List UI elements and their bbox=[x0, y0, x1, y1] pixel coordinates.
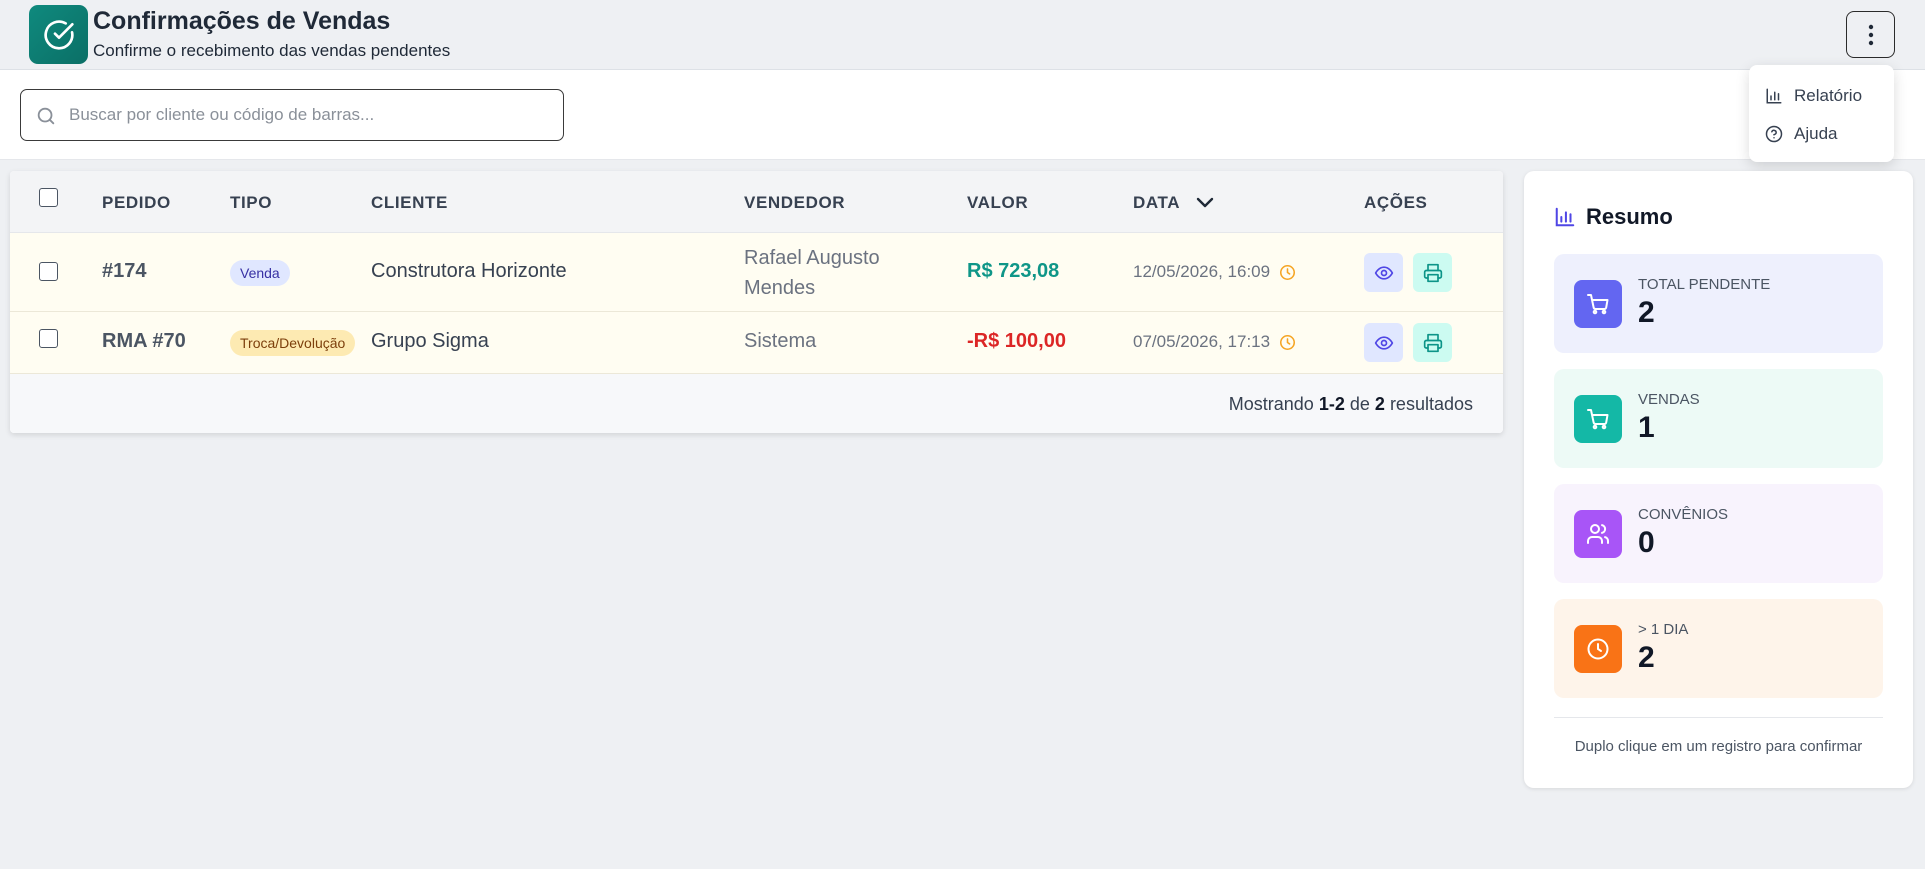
check-circle-logo-icon bbox=[29, 5, 88, 64]
stat-mais-um-dia: > 1 DIA 2 bbox=[1554, 599, 1883, 698]
search-icon bbox=[37, 107, 55, 125]
sales-table: PEDIDO TIPO CLIENTE VENDEDOR VALOR DATA … bbox=[10, 171, 1503, 433]
sale-date-text: 07/05/2026, 17:13 bbox=[1133, 332, 1271, 351]
help-circle-icon bbox=[1765, 125, 1783, 143]
print-button[interactable] bbox=[1413, 253, 1452, 292]
pagination-total: 2 bbox=[1374, 394, 1385, 414]
printer-icon bbox=[1423, 263, 1442, 282]
column-header-data[interactable]: DATA bbox=[1133, 193, 1214, 213]
pagination-summary: Mostrando 1-2 de 2 resultados bbox=[1229, 394, 1473, 415]
search-input[interactable] bbox=[69, 90, 549, 139]
table-header: PEDIDO TIPO CLIENTE VENDEDOR VALOR DATA … bbox=[10, 171, 1503, 233]
clock-icon bbox=[1574, 625, 1622, 673]
stat-label: CONVÊNIOS bbox=[1638, 506, 1729, 523]
stat-label: > 1 DIA bbox=[1638, 621, 1689, 638]
stat-label: VENDAS bbox=[1638, 391, 1700, 408]
type-badge: Troca/Devolução bbox=[230, 330, 356, 356]
cart-icon bbox=[1574, 395, 1622, 443]
pagination-suffix: resultados bbox=[1389, 394, 1473, 414]
stat-value: 1 bbox=[1638, 411, 1655, 444]
column-header-valor[interactable]: VALOR bbox=[967, 193, 1028, 213]
view-button[interactable] bbox=[1364, 253, 1403, 292]
column-header-tipo[interactable]: TIPO bbox=[230, 193, 272, 213]
search-toolbar bbox=[0, 70, 1925, 160]
dropdown-menu: Relatório Ajuda bbox=[1749, 65, 1894, 162]
cart-icon bbox=[1574, 280, 1622, 328]
sale-value: R$ 723,08 bbox=[967, 260, 1060, 282]
column-header-acoes: AÇÕES bbox=[1364, 193, 1428, 212]
column-header-data-label: DATA bbox=[1133, 193, 1181, 212]
order-number: #174 bbox=[102, 260, 147, 282]
type-badge: Venda bbox=[230, 260, 290, 286]
client-name: Grupo Sigma bbox=[371, 330, 489, 352]
stat-value: 0 bbox=[1638, 526, 1655, 559]
stat-convenios: CONVÊNIOS 0 bbox=[1554, 484, 1883, 583]
select-all-checkbox[interactable] bbox=[39, 188, 58, 207]
vendor-name: Sistema bbox=[744, 330, 817, 352]
pagination-prefix: Mostrando bbox=[1228, 394, 1314, 414]
summary-panel: Resumo TOTAL PENDENTE 2 VENDAS 1 CONVÊNI… bbox=[1524, 171, 1913, 788]
sale-value: -R$ 100,00 bbox=[967, 330, 1066, 352]
column-header-pedido[interactable]: PEDIDO bbox=[102, 193, 171, 213]
menu-item-label: Relatório bbox=[1794, 86, 1863, 105]
order-number: RMA #70 bbox=[102, 330, 186, 352]
sale-date: 07/05/2026, 17:13 bbox=[1133, 332, 1296, 352]
row-checkbox[interactable] bbox=[39, 262, 58, 281]
stat-vendas: VENDAS 1 bbox=[1554, 369, 1883, 468]
page-subtitle: Confirme o recebimento das vendas penden… bbox=[93, 41, 451, 60]
menu-item-label: Ajuda bbox=[1794, 124, 1838, 143]
stat-total-pendente: TOTAL PENDENTE 2 bbox=[1554, 254, 1883, 353]
app-header: Confirmações de Vendas Confirme o recebi… bbox=[0, 0, 1925, 70]
bar-chart-icon bbox=[1766, 88, 1782, 104]
chevron-down-icon bbox=[1196, 197, 1214, 208]
stat-value: 2 bbox=[1638, 641, 1655, 674]
sale-date-text: 12/05/2026, 16:09 bbox=[1133, 262, 1271, 281]
print-button[interactable] bbox=[1413, 323, 1452, 362]
page-title: Confirmações de Vendas bbox=[93, 7, 391, 35]
eye-icon bbox=[1374, 265, 1393, 280]
menu-item-ajuda[interactable]: Ajuda bbox=[1749, 115, 1894, 153]
search-box[interactable] bbox=[20, 89, 564, 141]
clock-icon bbox=[1280, 264, 1296, 280]
eye-icon bbox=[1374, 335, 1393, 350]
divider bbox=[1554, 717, 1883, 718]
pagination-range: 1-2 bbox=[1318, 394, 1345, 414]
menu-item-relatorio[interactable]: Relatório bbox=[1749, 77, 1894, 115]
printer-icon bbox=[1423, 333, 1442, 352]
table-row[interactable]: #174 Venda Construtora Horizonte Rafael … bbox=[10, 233, 1503, 312]
users-icon bbox=[1574, 510, 1622, 558]
bar-chart-icon bbox=[1555, 207, 1575, 227]
more-vertical-icon bbox=[1868, 24, 1873, 45]
summary-title: Resumo bbox=[1586, 204, 1673, 229]
stat-label: TOTAL PENDENTE bbox=[1638, 276, 1771, 293]
client-name: Construtora Horizonte bbox=[371, 260, 567, 282]
pagination-middle: de bbox=[1349, 394, 1370, 414]
summary-hint: Duplo clique em um registro para confirm… bbox=[1574, 738, 1863, 755]
row-checkbox[interactable] bbox=[39, 329, 58, 348]
table-row[interactable]: RMA #70 Troca/Devolução Grupo Sigma Sist… bbox=[10, 312, 1503, 374]
table-footer: Mostrando 1-2 de 2 resultados bbox=[10, 374, 1503, 433]
column-header-cliente[interactable]: CLIENTE bbox=[371, 193, 448, 213]
sale-date: 12/05/2026, 16:09 bbox=[1133, 262, 1296, 282]
clock-icon bbox=[1280, 334, 1296, 350]
stat-value: 2 bbox=[1638, 296, 1655, 329]
summary-header: Resumo bbox=[1554, 204, 1673, 230]
more-menu-button[interactable] bbox=[1846, 11, 1895, 58]
column-header-vendedor[interactable]: VENDEDOR bbox=[744, 193, 845, 213]
view-button[interactable] bbox=[1364, 323, 1403, 362]
vendor-name: Rafael Augusto Mendes bbox=[744, 247, 880, 299]
